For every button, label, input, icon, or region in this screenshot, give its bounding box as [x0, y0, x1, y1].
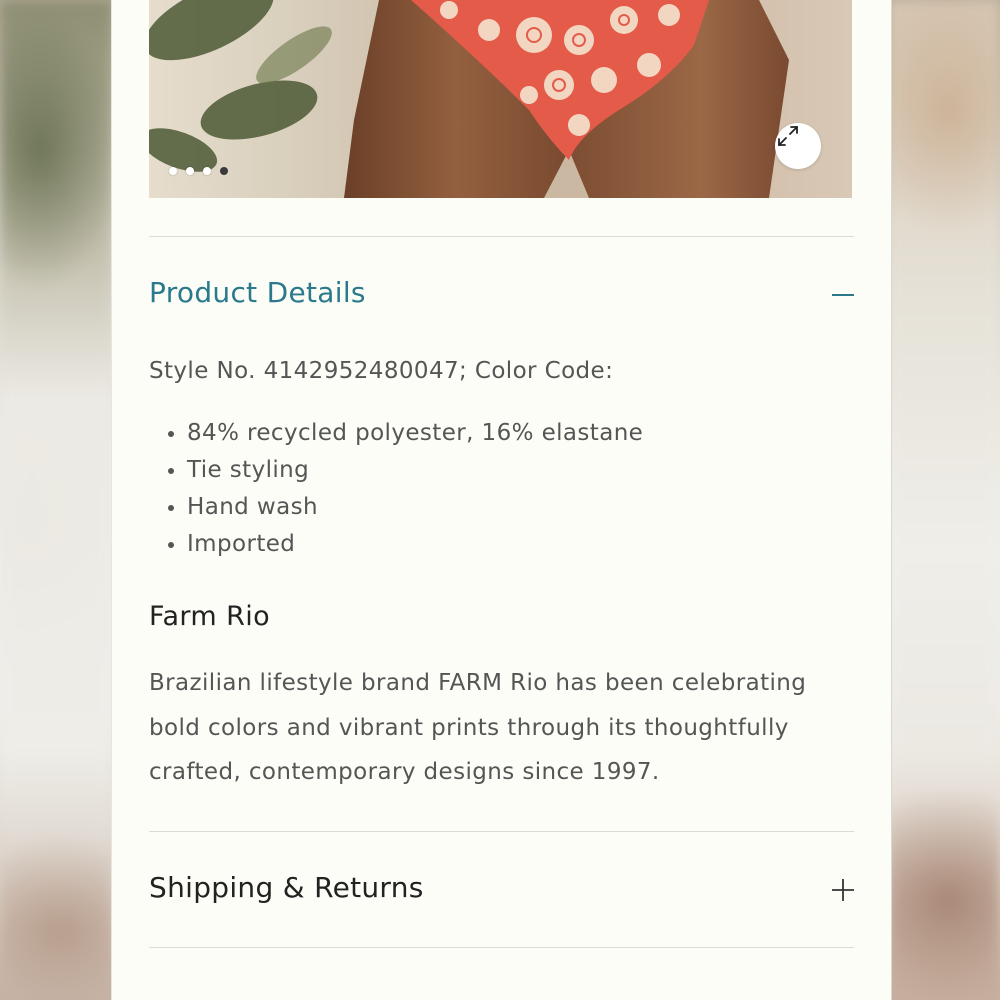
product-photo [149, 0, 789, 198]
list-item: Imported [168, 526, 643, 563]
product-page-panel: Product Details Style No. 4142952480047;… [111, 0, 892, 1000]
blurred-background-left [0, 0, 112, 1000]
section-divider [149, 236, 854, 237]
brand-heading: Farm Rio [149, 601, 271, 632]
carousel-dot[interactable] [169, 167, 177, 175]
shipping-returns-header[interactable]: Shipping & Returns [149, 871, 424, 904]
expand-toggle[interactable] [830, 877, 856, 903]
carousel-dots [169, 166, 228, 176]
carousel-dot-active[interactable] [220, 167, 228, 175]
list-item: 84% recycled polyester, 16% elastane [168, 415, 643, 452]
carousel-dot[interactable] [186, 167, 194, 175]
expand-image-button[interactable] [775, 123, 821, 169]
carousel-dot[interactable] [203, 167, 211, 175]
product-details-header[interactable]: Product Details [149, 276, 366, 309]
expand-arrows-icon [778, 126, 798, 146]
product-image-gallery[interactable] [149, 0, 852, 198]
brand-description: Brazilian lifestyle brand FARM Rio has b… [149, 670, 807, 785]
collapse-toggle[interactable] [830, 281, 856, 307]
minus-icon [832, 294, 854, 296]
plus-icon [832, 879, 854, 901]
section-divider [149, 947, 854, 948]
style-number: Style No. 4142952480047; Color Code: [149, 358, 614, 384]
blurred-background-right [888, 0, 1000, 1000]
list-item: Hand wash [168, 489, 643, 526]
section-divider [149, 831, 854, 832]
list-item: Tie styling [168, 452, 643, 489]
product-specs-list: 84% recycled polyester, 16% elastane Tie… [168, 415, 643, 563]
